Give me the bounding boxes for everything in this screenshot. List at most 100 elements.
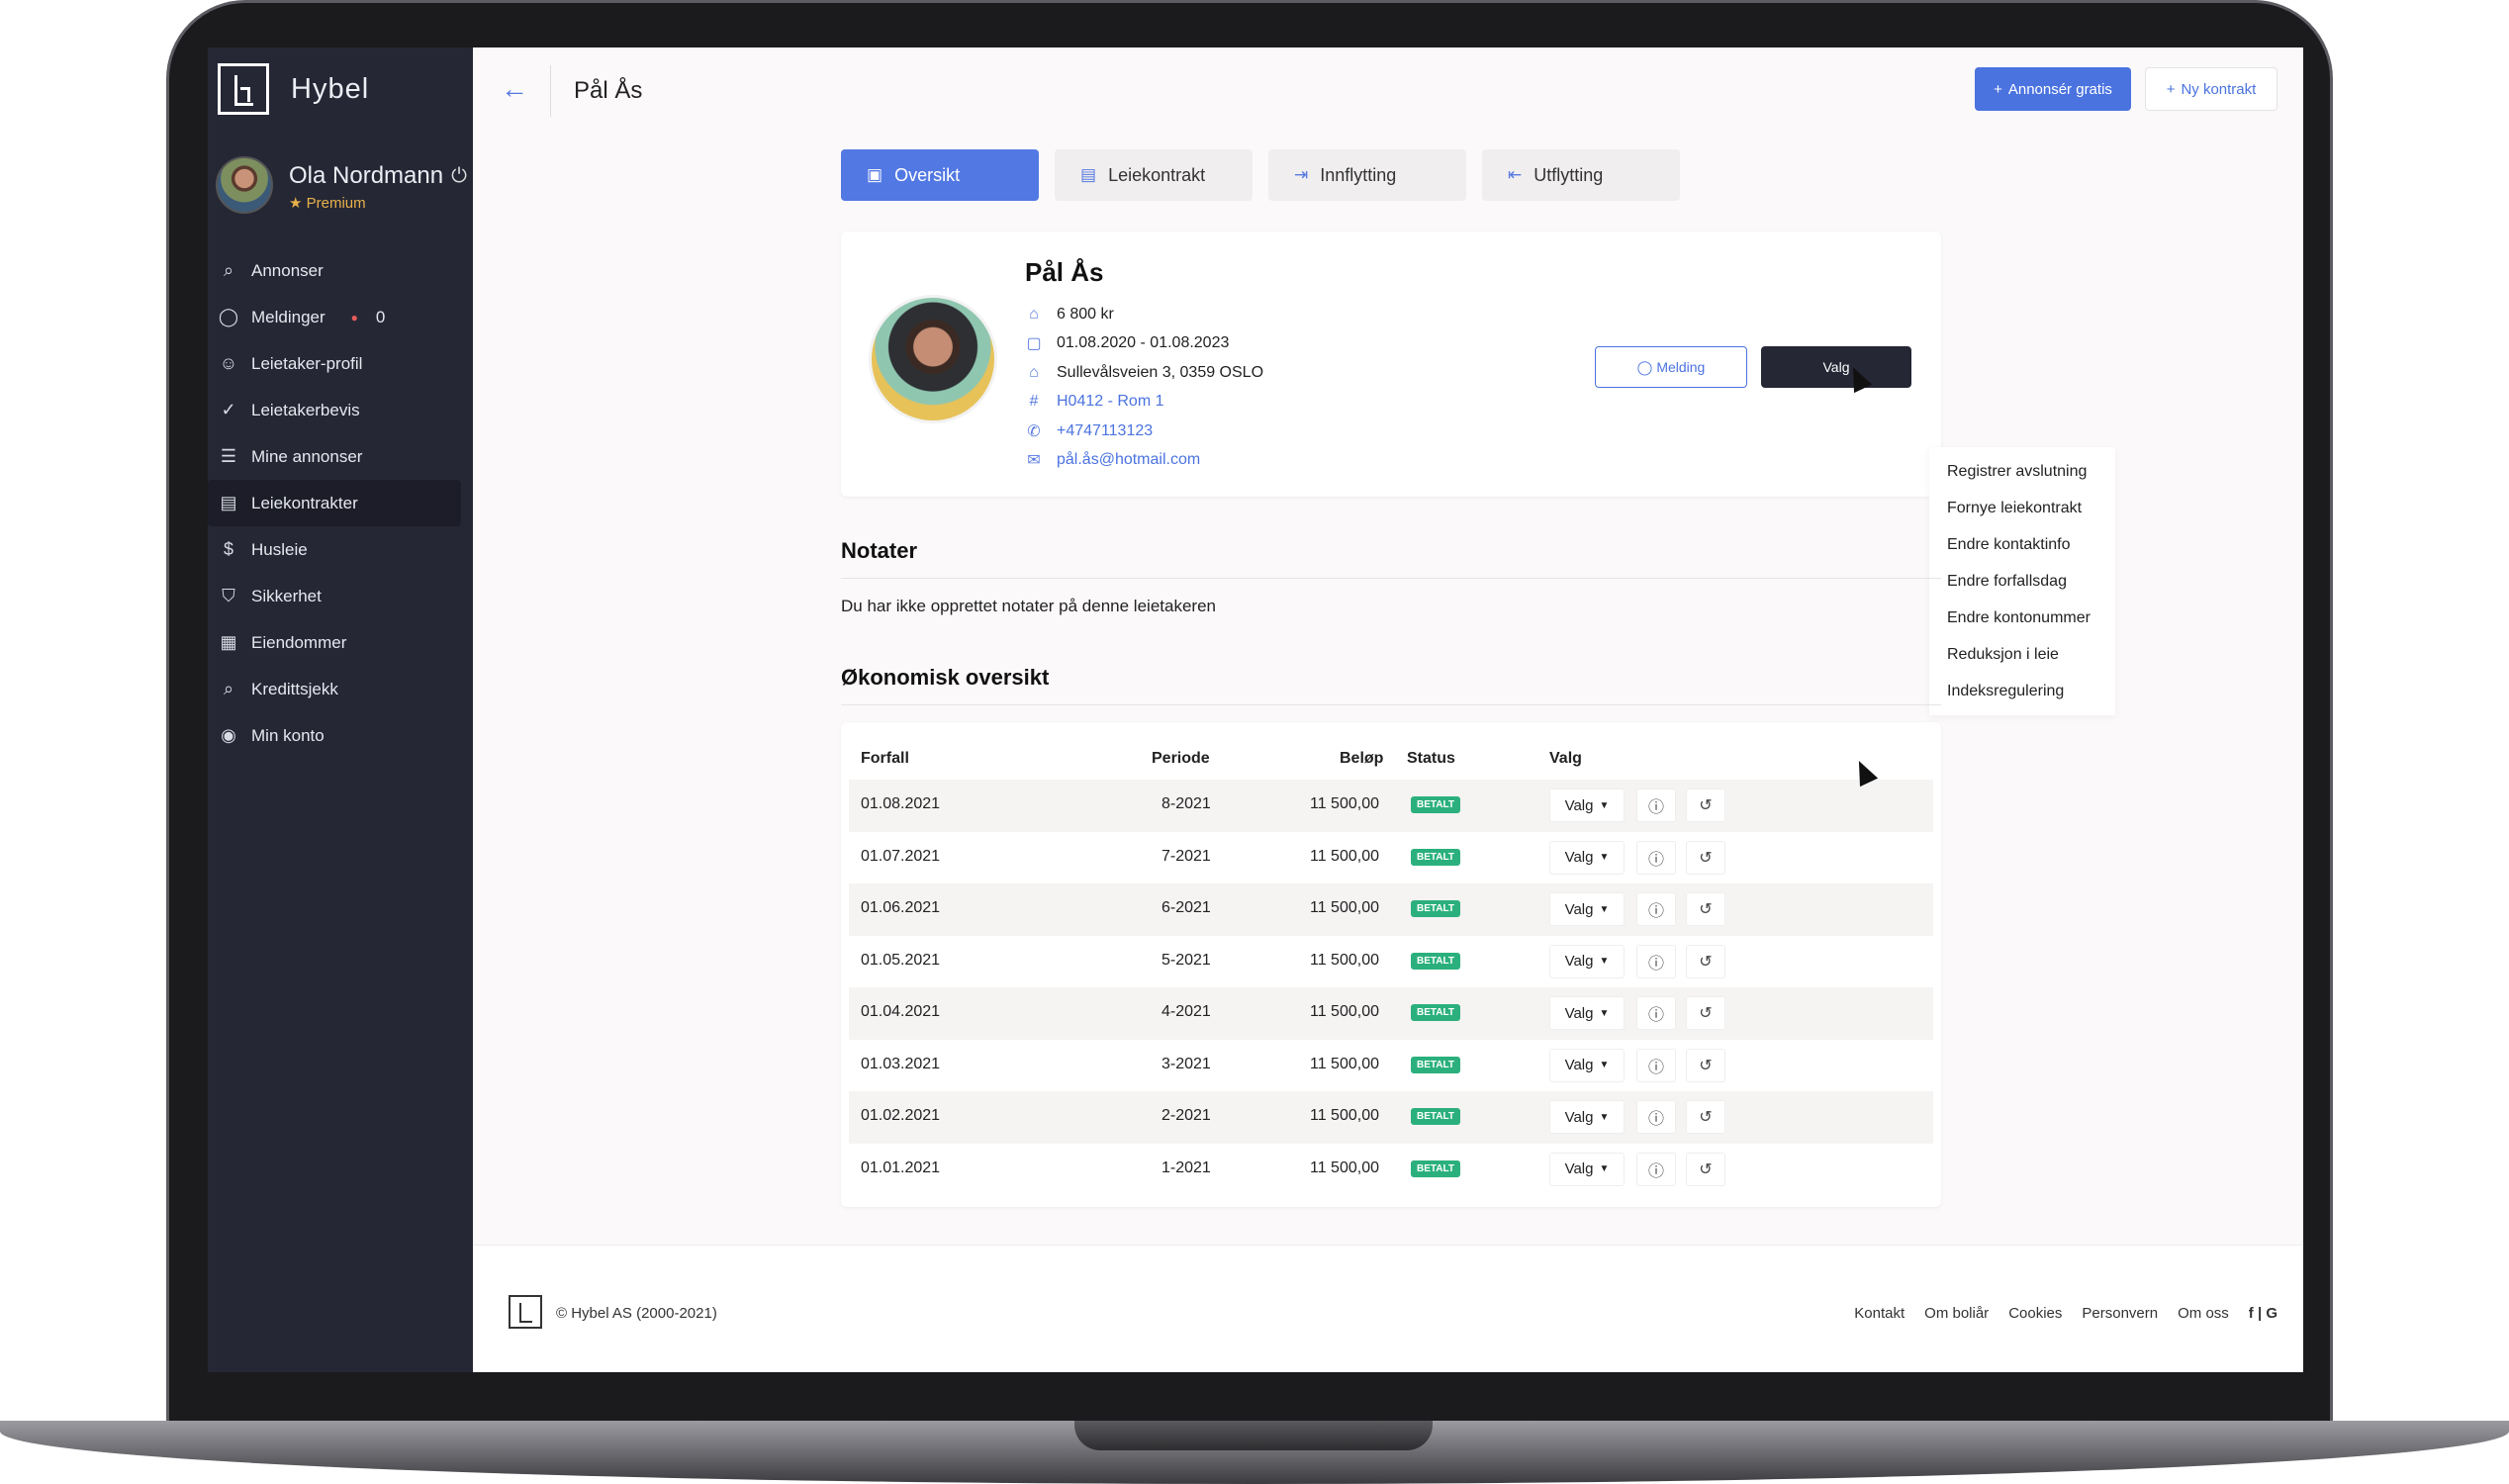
notes-empty-text: Du har ikke opprettet notater på denne l… <box>841 597 1216 615</box>
unit-row[interactable]: # H0412 - Rom 1 <box>1025 388 1263 417</box>
tab-leiekontrakt[interactable]: ▤ Leiekontrakt <box>1055 149 1253 201</box>
back-arrow-icon[interactable]: ← <box>501 73 528 105</box>
row-options-dropdown[interactable]: Valg ▼ <box>1549 1100 1625 1134</box>
sidebar-item-leietaker-profil[interactable]: ☺ Leietaker-profil <box>208 340 473 387</box>
sidebar-item-min-konto[interactable]: ◉ Min konto <box>208 712 473 759</box>
history-icon[interactable]: ↺ <box>1686 1048 1725 1082</box>
sidebar-item-annonser[interactable]: ⌕ Annonser <box>208 247 473 294</box>
footer-link-kontakt[interactable]: Kontakt <box>1854 1305 1905 1322</box>
star-icon: ★ <box>289 195 303 212</box>
row-options-dropdown[interactable]: Valg ▼ <box>1549 840 1625 875</box>
app-logo[interactable]: Hybel <box>218 63 369 115</box>
sidebar-item-sikkerhet[interactable]: ⛉ Sikkerhet <box>208 573 473 619</box>
options-button[interactable]: Valg <box>1761 346 1911 388</box>
email-row[interactable]: ✉ pål.ås@hotmail.com <box>1025 446 1263 476</box>
power-icon[interactable]: ⏻ <box>451 165 467 188</box>
table-row: 01.03.2021 3-2021 11 500,00 BETALT Valg ▼ ⓘ ↺ <box>849 1040 1933 1092</box>
dropdown-label: Valg <box>1564 1160 1594 1177</box>
info-icon[interactable]: ⓘ <box>1636 788 1676 822</box>
info-icon[interactable]: ⓘ <box>1636 1048 1676 1082</box>
caret-down-icon: ▼ <box>1599 1163 1610 1174</box>
avatar[interactable] <box>216 156 273 214</box>
info-icon[interactable]: ⓘ <box>1636 892 1676 926</box>
table-row: 01.08.2021 8-2021 11 500,00 BETALT Valg ▼ ⓘ ↺ <box>849 780 1933 832</box>
info-icon[interactable]: ⓘ <box>1636 1152 1676 1186</box>
chat-icon: ◯ <box>1636 358 1653 375</box>
sidebar-item-meldinger[interactable]: ◯ Meldinger ● 0 <box>208 294 473 340</box>
tab-oversikt[interactable]: ▣ Oversikt <box>841 149 1039 201</box>
menu-item-register-termination[interactable]: Registrer avslutning <box>1929 453 2115 490</box>
social-links[interactable]: f | G <box>2249 1305 2277 1322</box>
phone-row[interactable]: ✆ +4747113123 <box>1025 417 1263 446</box>
history-icon[interactable]: ↺ <box>1686 788 1725 822</box>
info-icon[interactable]: ⓘ <box>1636 1100 1676 1134</box>
tab-utflytting[interactable]: ⇤ Utflytting <box>1482 149 1680 201</box>
due-date: 01.06.2021 <box>861 899 941 916</box>
rent-row: ⌂ 6 800 kr <box>1025 300 1263 329</box>
sidebar-item-leietakerbevis[interactable]: ✓ Leietakerbevis <box>208 387 473 433</box>
phone-link[interactable]: +4747113123 <box>1057 422 1153 440</box>
unit-link[interactable]: H0412 - Rom 1 <box>1057 393 1164 411</box>
history-icon[interactable]: ↺ <box>1686 1100 1725 1134</box>
move-in-icon: ⇥ <box>1294 165 1309 184</box>
tab-innflytting[interactable]: ⇥ Innflytting <box>1268 149 1466 201</box>
caret-down-icon: ▼ <box>1599 1007 1610 1019</box>
top-bar: ← Pål Ås + Annonsér gratis + Ny kontrakt <box>473 47 2303 137</box>
row-options-dropdown[interactable]: Valg ▼ <box>1549 944 1625 978</box>
info-icon[interactable]: ⓘ <box>1636 944 1676 978</box>
footer-link-om-boliar[interactable]: Om boliår <box>1924 1305 1989 1322</box>
sidebar-item-mine-annonser[interactable]: ☰ Mine annonser <box>208 433 473 480</box>
footer-link-om-oss[interactable]: Om oss <box>2178 1305 2229 1322</box>
user-profile[interactable]: Ola Nordmann ⏻ ★ Premium <box>216 156 467 214</box>
menu-item-renew-contract[interactable]: Fornye leiekontrakt <box>1929 490 2115 526</box>
message-button[interactable]: ◯ Melding <box>1595 346 1747 388</box>
row-options-dropdown[interactable]: Valg ▼ <box>1549 1048 1625 1082</box>
sidebar-item-leiekontrakter[interactable]: ▤ Leiekontrakter <box>208 480 461 526</box>
overview-icon: ▣ <box>867 165 883 184</box>
magnifier-icon: ⌕ <box>223 679 234 698</box>
app-screen: Hybel Ola Nordmann ⏻ ★ Premium ⌕ Annonser … <box>208 47 2303 1372</box>
history-icon[interactable]: ↺ <box>1686 944 1725 978</box>
row-options-dropdown[interactable]: Valg ▼ <box>1549 892 1625 926</box>
period-row: ▢ 01.08.2020 - 01.08.2023 <box>1025 329 1263 359</box>
list-icon: ☰ <box>220 446 237 466</box>
document-icon: ▤ <box>1080 165 1097 184</box>
sidebar-item-kredittsjekk[interactable]: ⌕ Kredittsjekk <box>208 666 473 712</box>
column-header-due: Forfall <box>861 750 909 767</box>
row-options-dropdown[interactable]: Valg ▼ <box>1549 996 1625 1030</box>
status-badge: BETALT <box>1411 796 1460 813</box>
tab-label: Utflytting <box>1533 164 1604 185</box>
table-row: 01.04.2021 4-2021 11 500,00 BETALT Valg ▼ ⓘ ↺ <box>849 987 1933 1040</box>
sidebar-nav: ⌕ Annonser ◯ Meldinger ● 0 ☺ Leietaker-profil… <box>208 247 473 759</box>
user-icon: ☺ <box>219 353 238 373</box>
email-link[interactable]: pål.ås@hotmail.com <box>1057 451 1200 469</box>
due-date: 01.08.2021 <box>861 795 941 812</box>
history-icon[interactable]: ↺ <box>1686 892 1725 926</box>
menu-item-change-account[interactable]: Endre kontonummer <box>1929 600 2115 636</box>
period: 8-2021 <box>1162 795 1211 812</box>
account-icon: ◉ <box>221 725 236 745</box>
info-icon[interactable]: ⓘ <box>1636 996 1676 1030</box>
sidebar-item-husleie[interactable]: $ Husleie <box>208 526 473 573</box>
menu-item-index-adjustment[interactable]: Indeksregulering <box>1929 673 2115 709</box>
row-options-dropdown[interactable]: Valg ▼ <box>1549 788 1625 822</box>
menu-item-rent-reduction[interactable]: Reduksjon i leie <box>1929 636 2115 673</box>
row-options-dropdown[interactable]: Valg ▼ <box>1549 1152 1625 1186</box>
button-label: Annonsér gratis <box>2007 80 2112 98</box>
status-badge: BETALT <box>1411 952 1460 970</box>
footer-link-personvern[interactable]: Personvern <box>2082 1305 2158 1322</box>
status-badge: BETALT <box>1411 1108 1460 1125</box>
menu-item-change-due-day[interactable]: Endre forfallsdag <box>1929 563 2115 600</box>
footer-link-cookies[interactable]: Cookies <box>2008 1305 2062 1322</box>
menu-item-change-contact[interactable]: Endre kontaktinfo <box>1929 526 2115 563</box>
footer-logo-icon[interactable] <box>509 1295 542 1329</box>
history-icon[interactable]: ↺ <box>1686 996 1725 1030</box>
tenant-card: Pål Ås ⌂ 6 800 kr ▢ 01.08.2020 - 01.08.202… <box>841 232 1941 497</box>
sidebar-item-eiendommer[interactable]: ▦ Eiendommer <box>208 619 473 666</box>
dropdown-label: Valg <box>1564 796 1594 814</box>
advertise-free-button[interactable]: + Annonsér gratis <box>1975 67 2131 111</box>
info-icon[interactable]: ⓘ <box>1636 840 1676 875</box>
new-contract-button[interactable]: + Ny kontrakt <box>2145 67 2277 111</box>
history-icon[interactable]: ↺ <box>1686 840 1725 875</box>
history-icon[interactable]: ↺ <box>1686 1152 1725 1186</box>
